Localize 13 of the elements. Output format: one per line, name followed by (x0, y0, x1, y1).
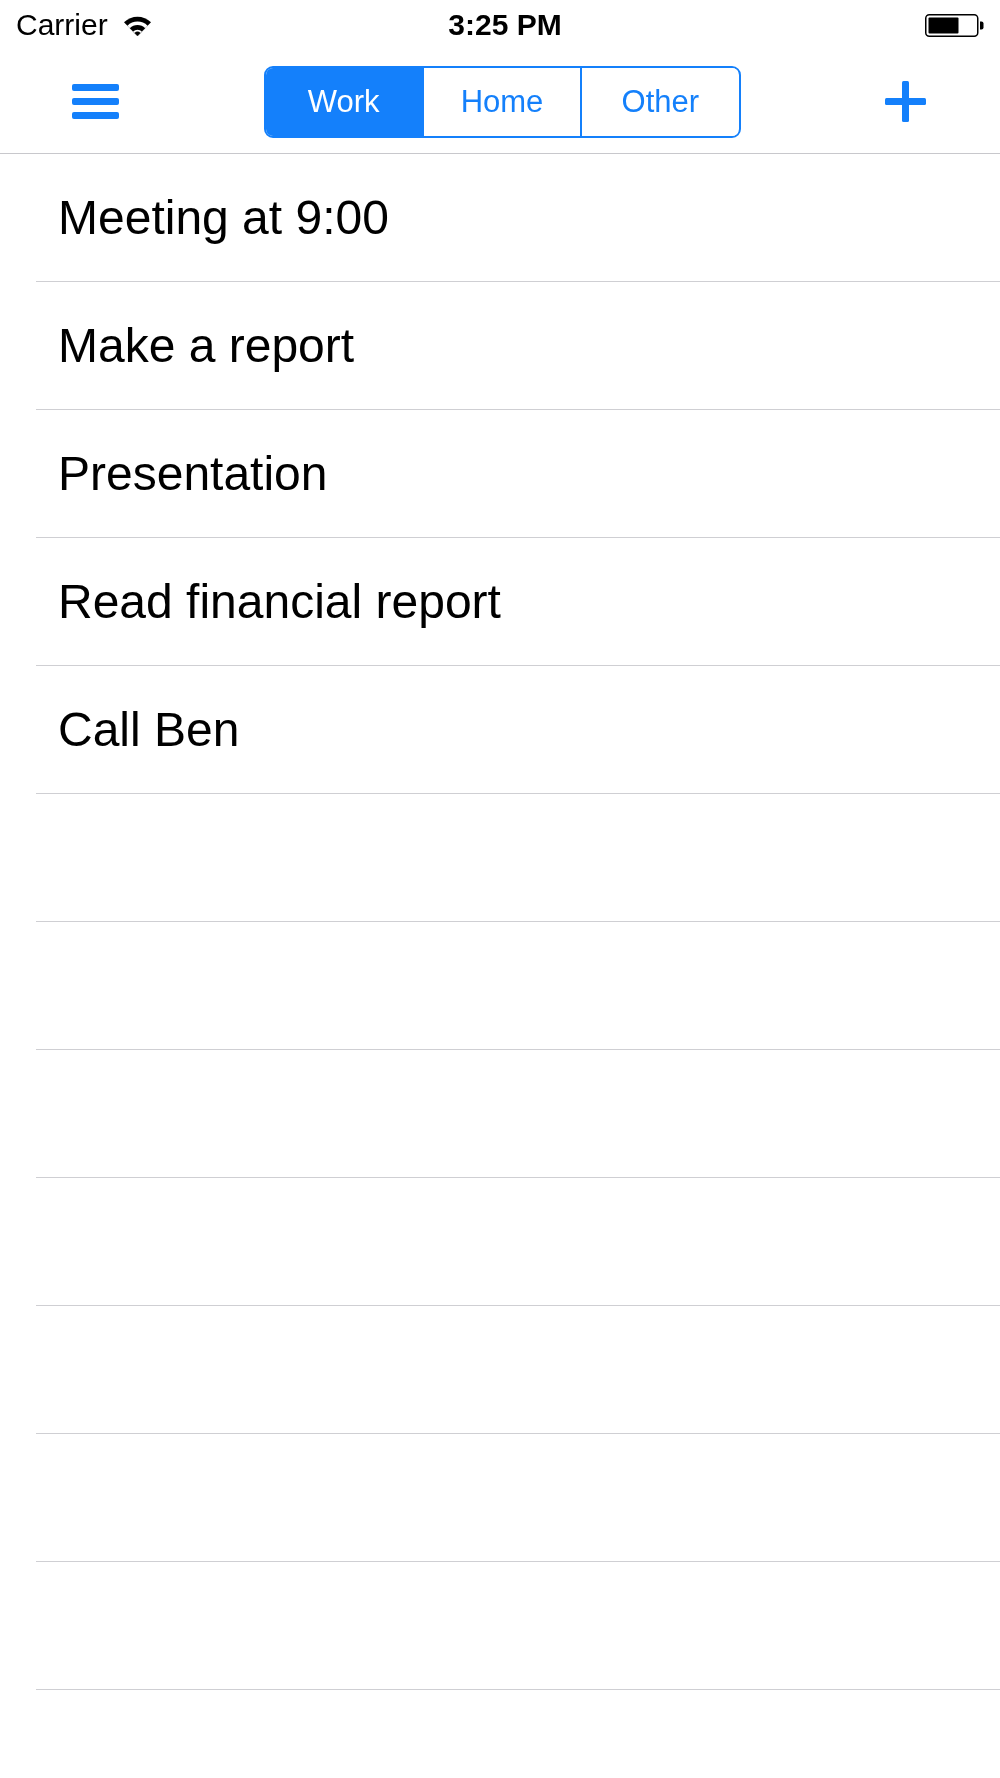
menu-icon (72, 84, 119, 119)
plus-icon (885, 81, 926, 122)
carrier-label: Carrier (16, 8, 108, 42)
task-row[interactable]: Read financial report (36, 538, 1000, 666)
task-row[interactable]: Make a report (36, 282, 1000, 410)
task-row[interactable]: Presentation (36, 410, 1000, 538)
task-row[interactable]: Call Ben (36, 666, 1000, 794)
segment-tab[interactable]: Work (265, 67, 422, 136)
segment-tab[interactable]: Other (580, 67, 739, 136)
wifi-icon (123, 14, 151, 36)
battery-icon (925, 13, 984, 37)
task-row[interactable]: Meeting at 9:00 (36, 154, 1000, 282)
clock-time: 3:25 PM (447, 8, 562, 42)
